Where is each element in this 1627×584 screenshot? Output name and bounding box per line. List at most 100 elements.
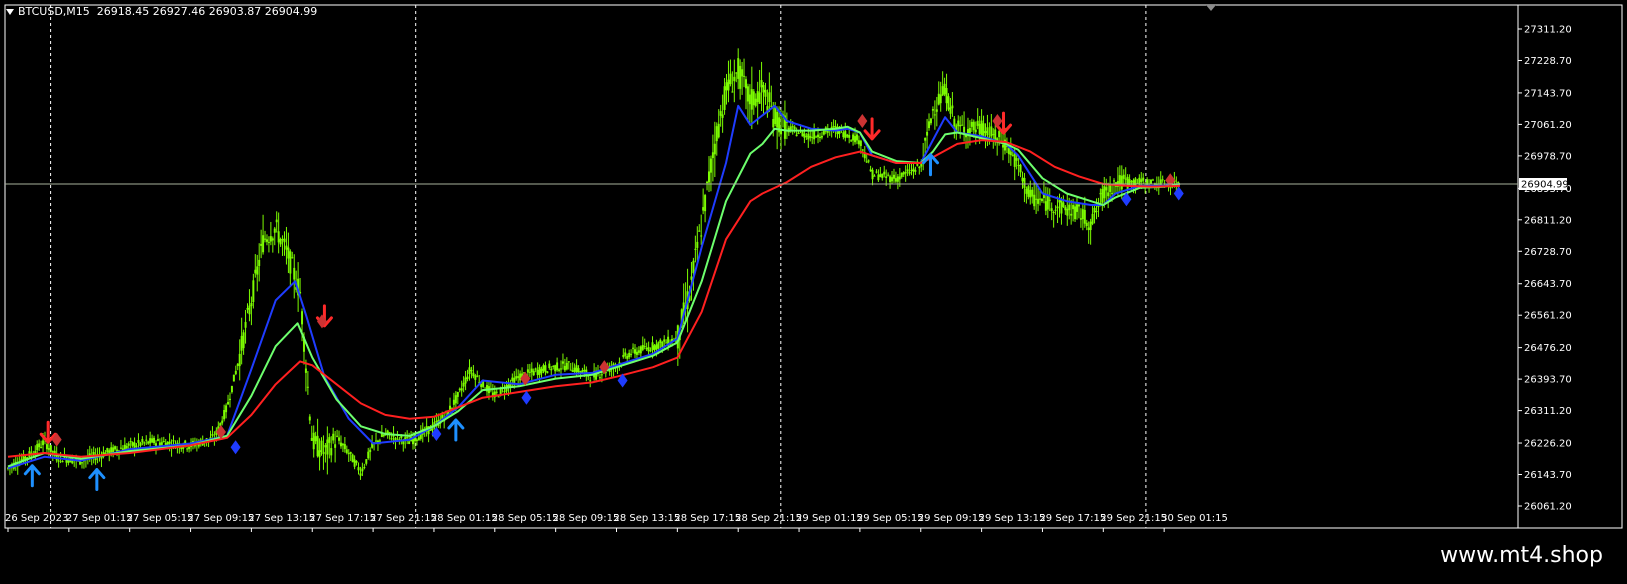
candle-body: [236, 363, 239, 366]
candle-body: [641, 344, 644, 350]
candle-body: [573, 367, 576, 372]
candle-body: [375, 440, 378, 442]
candle-body: [739, 65, 742, 89]
candle-body: [47, 448, 50, 450]
candle-body: [1093, 207, 1096, 213]
candle-body: [351, 454, 354, 463]
candle-body: [663, 339, 666, 342]
candle-body: [1064, 206, 1067, 211]
candle-body: [211, 434, 214, 436]
candle-body: [857, 140, 860, 145]
candle-body: [709, 158, 712, 173]
candle-body: [265, 239, 268, 242]
candle-body: [406, 437, 409, 439]
candle-body: [1002, 144, 1005, 148]
candle-body: [497, 396, 500, 398]
chart-dropdown-icon[interactable]: [6, 9, 14, 15]
candle-body: [902, 172, 905, 175]
candle-body: [538, 367, 541, 375]
candle-body: [1044, 201, 1047, 211]
candle-body: [1111, 192, 1114, 194]
candle-body: [160, 442, 163, 445]
candle-body: [240, 335, 243, 351]
candle-body: [141, 439, 144, 443]
candle-body: [735, 72, 738, 74]
x-tick-label: 29 Sep 09:15: [918, 513, 985, 524]
x-tick-label: 29 Sep 05:15: [857, 513, 924, 524]
candle-body: [460, 388, 463, 391]
chart-window: 27311.20 27228.70 27143.70 27061.20 26978.70…: [0, 0, 1627, 584]
candle-body: [558, 369, 561, 371]
candle-body: [472, 372, 475, 377]
candle-body: [914, 170, 917, 172]
candle-body: [959, 124, 962, 127]
candle-body: [891, 177, 894, 182]
candle-body: [1087, 227, 1090, 231]
candle-body: [885, 176, 888, 179]
candle-body: [1070, 213, 1073, 216]
candle-body: [990, 126, 993, 137]
candle-body: [696, 241, 699, 248]
x-tick-label: 30 Sep 01:15: [1161, 513, 1228, 524]
candle-body: [817, 134, 820, 138]
candle-body: [129, 440, 132, 442]
candle-body: [1150, 179, 1153, 184]
candle-body: [363, 467, 366, 469]
candle-body: [137, 440, 140, 443]
candle-body: [412, 438, 415, 445]
candle-body: [910, 170, 913, 172]
candle-body: [234, 370, 237, 375]
candle-body: [633, 349, 636, 354]
candle-body: [536, 369, 539, 376]
candle-body: [408, 441, 411, 444]
candle-body: [271, 238, 274, 241]
ohlc-readout: 26918.45 26927.46 26903.87 26904.99: [96, 5, 318, 18]
candle-body: [945, 88, 948, 104]
candle-body: [417, 437, 420, 441]
candle-body: [727, 79, 730, 91]
y-tick-label: 27228.70: [1524, 56, 1572, 67]
candle-body: [349, 451, 352, 454]
candle-body: [908, 171, 911, 174]
candle-body: [528, 371, 531, 373]
candle-body: [361, 468, 364, 472]
candle-body: [976, 120, 979, 126]
candle-body: [552, 366, 555, 368]
candle-body: [36, 444, 39, 451]
candle-body: [162, 441, 165, 443]
candle-body: [898, 176, 901, 180]
x-tick-label: 29 Sep 17:15: [1039, 513, 1106, 524]
candle-body: [659, 339, 662, 343]
candle-body: [324, 445, 327, 448]
candle-body: [1017, 164, 1020, 166]
candle-body: [924, 137, 927, 141]
candle-body: [267, 241, 270, 243]
candle-body: [1105, 187, 1108, 191]
candle-body: [1151, 179, 1154, 181]
candle-body: [717, 123, 720, 138]
candle-body: [1062, 202, 1065, 208]
candle-body: [145, 439, 148, 441]
candle-body: [1025, 188, 1028, 194]
candle-body: [38, 443, 41, 448]
candle-body: [953, 118, 956, 127]
candle-body: [359, 473, 362, 476]
candle-body: [700, 235, 703, 237]
candle-body: [772, 118, 775, 128]
x-tick-label: 28 Sep 01:15: [431, 513, 498, 524]
candle-body: [262, 235, 265, 253]
candle-body: [624, 352, 627, 356]
candle-body: [1031, 189, 1034, 197]
candle-body: [865, 161, 868, 163]
candle-body: [1007, 147, 1010, 155]
candle-body: [149, 438, 152, 444]
candle-body: [369, 449, 372, 453]
candle-body: [737, 58, 740, 79]
candle-body: [462, 382, 465, 387]
candle-body: [791, 126, 794, 128]
candle-body: [515, 376, 518, 379]
candle-body: [353, 459, 356, 467]
candle-body: [567, 361, 570, 363]
chart-header[interactable]: BTCUSD,M15 26918.45 26927.46 26903.87 26…: [6, 5, 317, 18]
candle-body: [503, 391, 506, 393]
